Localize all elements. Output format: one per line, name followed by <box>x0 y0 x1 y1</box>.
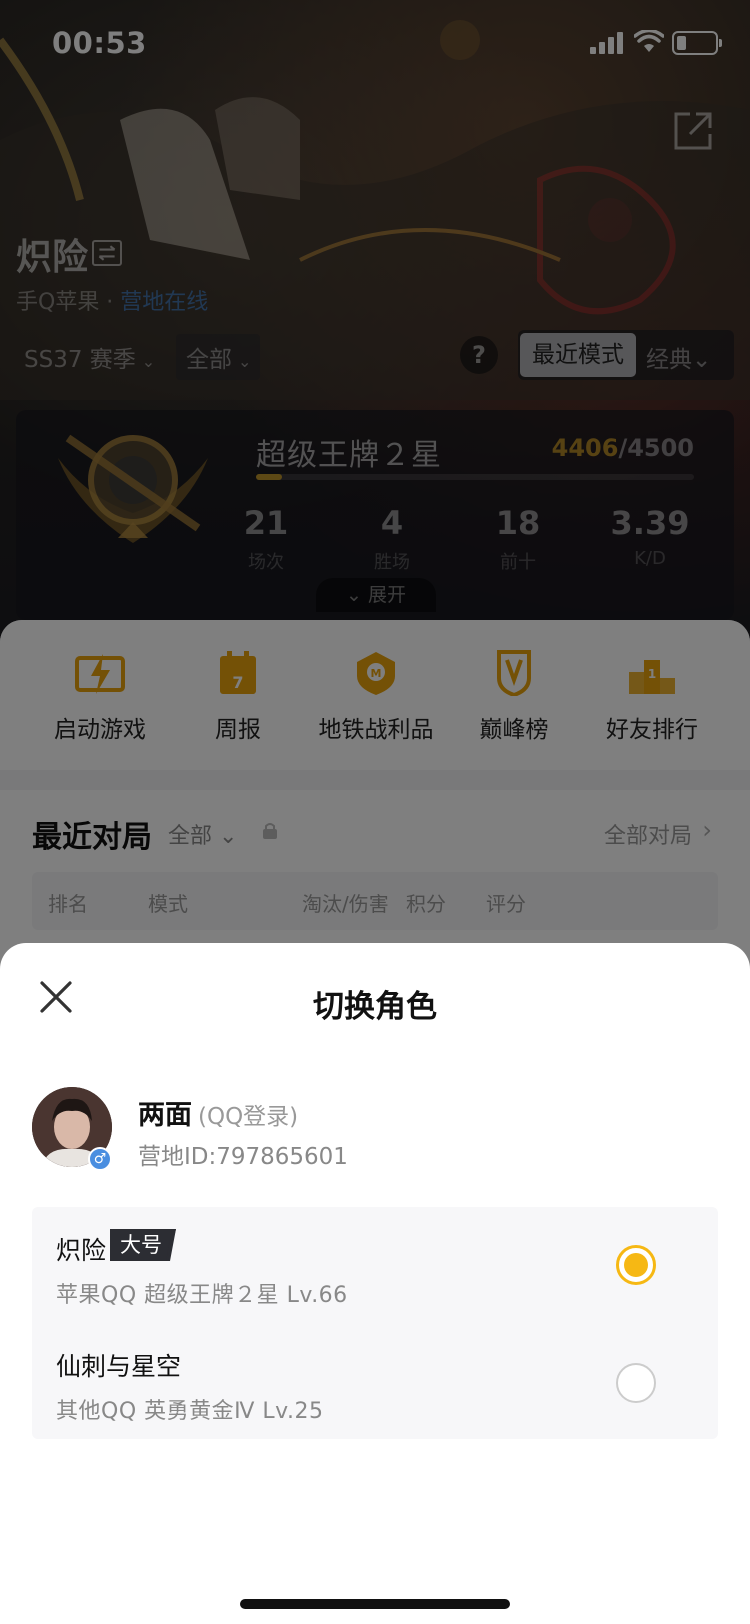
home-indicator <box>240 1599 510 1609</box>
main-account-tag: 大号 <box>110 1229 176 1261</box>
role-item-secondary[interactable]: 仙刺与星空 其他QQ 英勇黄金Ⅳ Lv.25 <box>32 1323 718 1439</box>
role-item-main[interactable]: 炽险 大号 苹果QQ 超级王牌２星 Lv.66 <box>32 1207 718 1323</box>
dialog-title: 切换角色 <box>313 989 437 1025</box>
switch-role-sheet: 切换角色 ♂ 两面 (QQ登录) 营地ID:797865601 炽险 大号 苹果… <box>0 943 750 1624</box>
gender-male-icon: ♂ <box>88 1147 112 1171</box>
role-list: 炽险 大号 苹果QQ 超级王牌２星 Lv.66 仙刺与星空 其他QQ 英勇黄金Ⅳ… <box>32 1207 718 1439</box>
account-login-type: (QQ登录) <box>198 1104 299 1130</box>
role-meta: 其他QQ 英勇黄金Ⅳ Lv.25 <box>56 1399 324 1424</box>
role-meta: 苹果QQ 超级王牌２星 Lv.66 <box>56 1283 348 1308</box>
radio-selected[interactable] <box>616 1245 656 1285</box>
role-name: 炽险 <box>56 1236 107 1265</box>
radio-unselected[interactable] <box>616 1363 656 1403</box>
role-name: 仙刺与星空 <box>56 1352 182 1381</box>
account-camp-id: 营地ID:797865601 <box>138 1144 348 1170</box>
account-info: ♂ 两面 (QQ登录) 营地ID:797865601 <box>32 1087 722 1177</box>
account-name: 两面 <box>138 1100 192 1131</box>
